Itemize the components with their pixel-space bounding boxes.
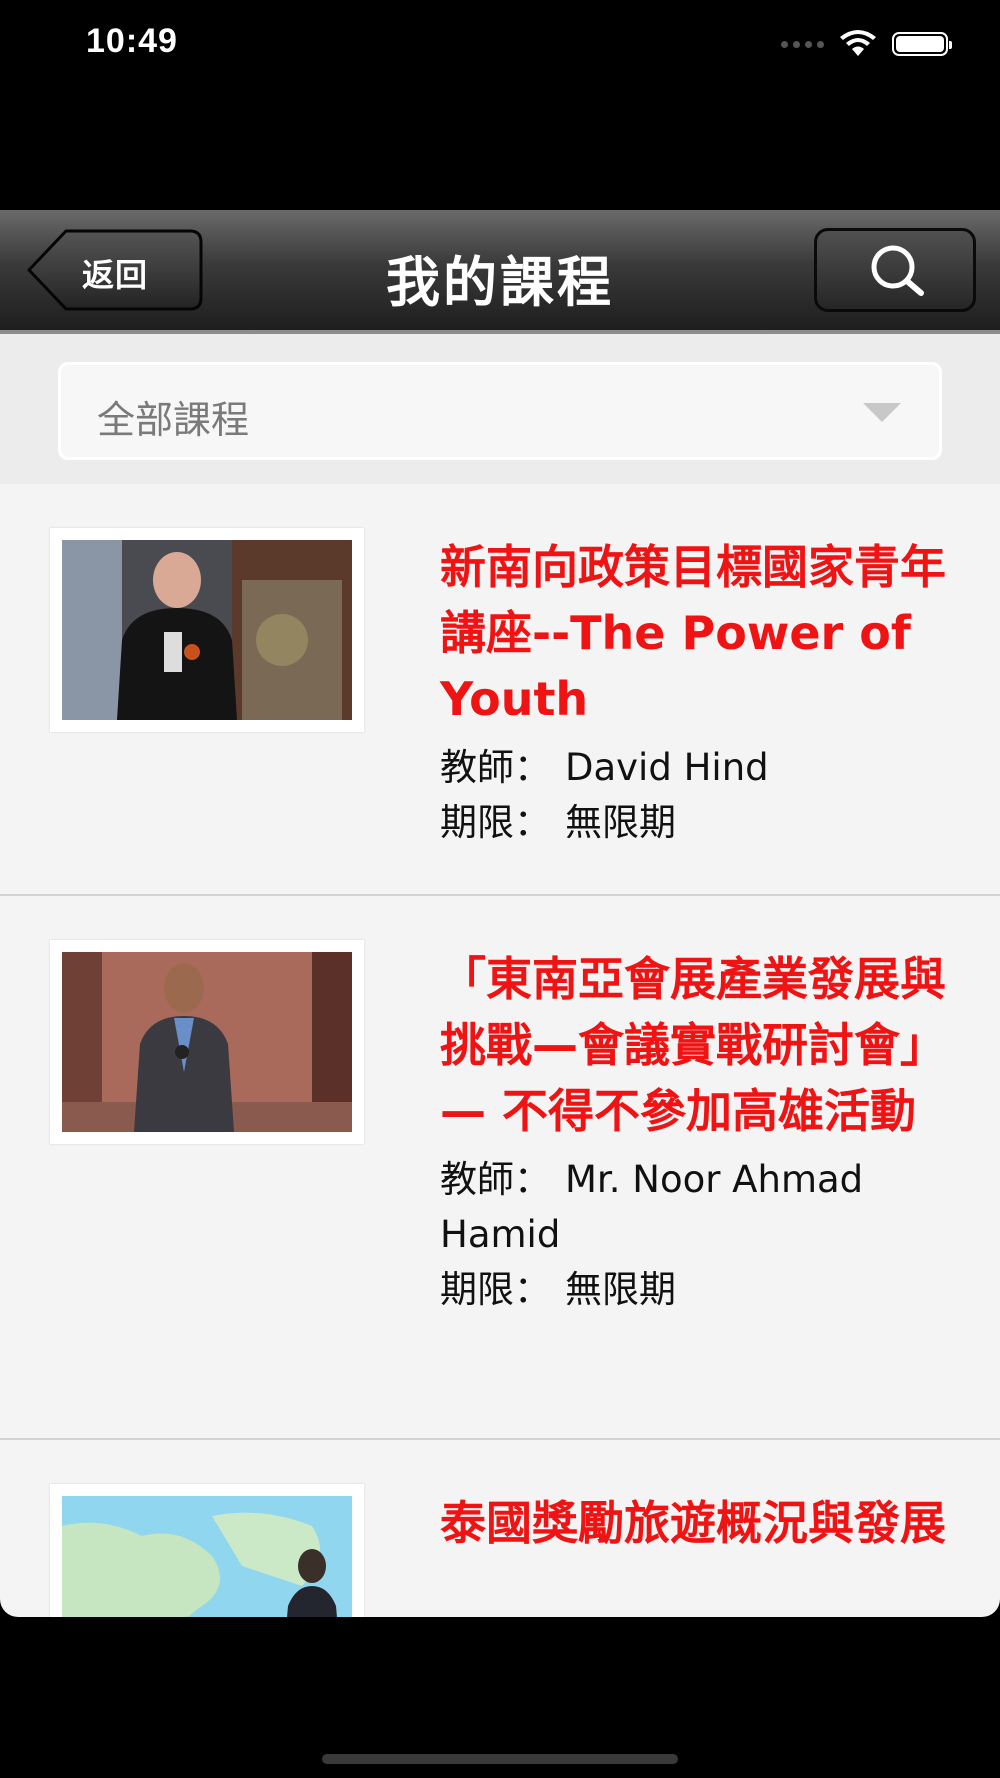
filter-selected-value: 全部課程: [97, 398, 250, 442]
course-filter-dropdown[interactable]: 全部課程: [58, 362, 942, 460]
teacher-row: 教師： David Hind: [440, 740, 960, 795]
period-value: 無限期: [565, 801, 676, 844]
course-thumbnail: [50, 528, 364, 732]
course-text: 新南向政策目標國家青年講座--The Power of Youth 教師： Dav…: [440, 534, 960, 850]
app-screen: 返回 我的課程 全部課程 新南向政策目標國家青年講座--The Power of…: [0, 210, 1000, 1617]
course-item[interactable]: 泰國獎勵旅遊概況與發展: [0, 1440, 1000, 1617]
battery-icon: [892, 32, 952, 56]
speaker-photo-icon: [62, 540, 352, 720]
period-label: 期限：: [440, 801, 551, 844]
course-list: 新南向政策目標國家青年講座--The Power of Youth 教師： Dav…: [0, 484, 1000, 1617]
period-row: 期限： 無限期: [440, 1262, 960, 1317]
status-icons: [781, 30, 952, 58]
teacher-label: 教師：: [440, 746, 551, 789]
period-row: 期限： 無限期: [440, 795, 960, 850]
speaker-photo-icon: [62, 952, 352, 1132]
period-label: 期限：: [440, 1268, 551, 1311]
map-photo-icon: [62, 1496, 352, 1617]
wifi-icon: [840, 30, 876, 56]
filter-area: 全部課程: [0, 334, 1000, 484]
chevron-down-icon: [863, 403, 901, 422]
search-button[interactable]: [814, 228, 976, 312]
course-text: 泰國獎勵旅遊概況與發展: [440, 1490, 960, 1556]
course-meta: 教師： David Hind 期限： 無限期: [440, 740, 960, 850]
course-title[interactable]: 「東南亞會展產業發展與挑戰—會議實戰研討會」— 不得不參加高雄活動: [440, 946, 960, 1144]
teacher-label: 教師：: [440, 1158, 551, 1201]
teacher-row: 教師： Mr. Noor Ahmad Hamid: [440, 1152, 960, 1262]
period-value: 無限期: [565, 1268, 676, 1311]
course-item[interactable]: 新南向政策目標國家青年講座--The Power of Youth 教師： Dav…: [0, 484, 1000, 896]
course-text: 「東南亞會展產業發展與挑戰—會議實戰研討會」— 不得不參加高雄活動 教師： Mr.…: [440, 946, 960, 1317]
home-indicator[interactable]: [322, 1754, 678, 1764]
course-meta: 教師： Mr. Noor Ahmad Hamid 期限： 無限期: [440, 1152, 960, 1317]
status-time: 10:49: [86, 22, 178, 60]
course-thumbnail: [50, 940, 364, 1144]
search-icon: [871, 245, 924, 296]
status-bar: 10:49: [0, 0, 1000, 90]
navigation-bar: 返回 我的課程: [0, 210, 1000, 334]
course-title[interactable]: 新南向政策目標國家青年講座--The Power of Youth: [440, 534, 960, 732]
teacher-name: David Hind: [565, 746, 769, 789]
course-title[interactable]: 泰國獎勵旅遊概況與發展: [440, 1490, 960, 1556]
course-item[interactable]: 「東南亞會展產業發展與挑戰—會議實戰研討會」— 不得不參加高雄活動 教師： Mr.…: [0, 896, 1000, 1440]
course-thumbnail: [50, 1484, 364, 1617]
cellular-signal-icon: [781, 40, 824, 48]
